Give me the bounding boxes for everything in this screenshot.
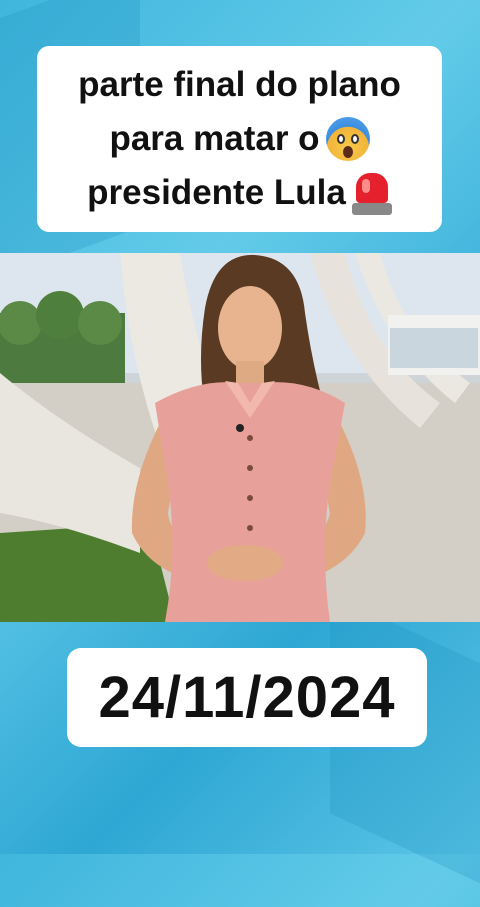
headline-text-1: parte final do plano [78, 65, 401, 104]
screaming-face-icon [325, 117, 370, 161]
headline-line-3: presidente Lula [87, 166, 392, 220]
headline-text-3: presidente Lula [87, 173, 346, 212]
police-siren-icon [351, 171, 392, 215]
photo-illustration [0, 253, 480, 622]
headline-line-2: para matar o [109, 112, 370, 166]
background-shape [330, 593, 480, 907]
news-presenter-photo [0, 253, 480, 622]
date-label: 24/11/2024 [98, 665, 396, 730]
headline-card: parte final do plano para matar o presid… [37, 46, 442, 232]
headline-text-2: para matar o [109, 119, 320, 158]
date-card: 24/11/2024 [67, 648, 427, 747]
headline-line-1: parte final do plano [78, 58, 401, 112]
